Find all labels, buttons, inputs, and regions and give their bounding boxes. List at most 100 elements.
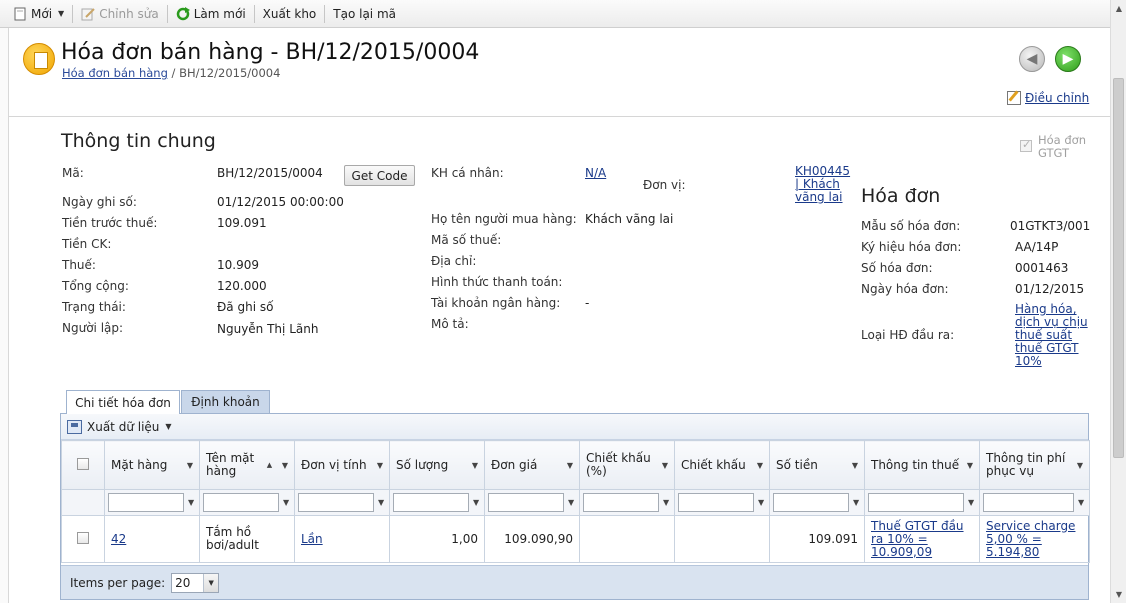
table-header-row: Mặt hàng ▼ Tên mặt hàng ▲ ▼ Đơn vị tính ▼ Số…: [61, 440, 1090, 490]
column-header-label: Mặt hàng: [111, 457, 168, 472]
invoice-number-value: 0001463: [1015, 261, 1069, 275]
next-record-button[interactable]: ▶: [1055, 46, 1081, 72]
arrow-right-icon: ▶: [1062, 51, 1074, 67]
grid-toolbar: Xuất dữ liệu ▼: [61, 414, 1088, 440]
filter-icon[interactable]: ▼: [282, 461, 288, 470]
edit-button-label: Chỉnh sửa: [99, 6, 159, 21]
filter-icon[interactable]: ▼: [473, 498, 479, 507]
cell-quantity: 1,00: [389, 515, 485, 563]
column-header-label: Chiết khấu (%): [586, 451, 651, 478]
column-header-discount[interactable]: Chiết khấu ▼: [674, 440, 770, 490]
items-per-page-label: Items per page:: [70, 575, 166, 590]
filter-input-item[interactable]: [108, 493, 184, 512]
filter-input-discount[interactable]: [678, 493, 754, 512]
filter-input-discount-pct[interactable]: [583, 493, 659, 512]
invoice-date-value: 01/12/2015: [1015, 282, 1085, 296]
refresh-button[interactable]: Làm mới: [171, 3, 251, 25]
column-header-unit[interactable]: Đơn vị tính ▼: [294, 440, 390, 490]
filter-cell-empty: [61, 489, 105, 516]
new-button[interactable]: Mới ▼: [8, 3, 69, 25]
breadcrumb-link-sales-invoice[interactable]: Hóa đơn bán hàng: [62, 66, 168, 80]
items-per-page-select[interactable]: 20 ▼: [171, 572, 220, 593]
chevron-down-icon[interactable]: ▼: [58, 9, 64, 18]
edit-button[interactable]: Chỉnh sửa: [76, 3, 164, 25]
unit-link[interactable]: Lần: [301, 532, 323, 546]
bank-account-label: Tài khoản ngân hàng:: [431, 296, 561, 310]
main-toolbar: Mới ▼ Chỉnh sửa Làm mới Xuất kho Tạo lại…: [0, 0, 1110, 28]
column-header-item-name[interactable]: Tên mặt hàng ▲ ▼: [199, 440, 295, 490]
column-header-discount-pct[interactable]: Chiết khấu (%) ▼: [579, 440, 675, 490]
filter-icon[interactable]: ▼: [662, 461, 668, 470]
cell-service-info: Service charge 5,00 % = 5.194,80: [979, 515, 1090, 563]
filter-input-service-info[interactable]: [983, 493, 1074, 512]
filter-input-amount[interactable]: [773, 493, 849, 512]
gtgt-checkbox[interactable]: [1020, 138, 1032, 152]
column-header-tax-info[interactable]: Thông tin thuế ▼: [864, 440, 980, 490]
filter-icon[interactable]: ▼: [188, 498, 194, 507]
filter-input-unit-price[interactable]: [488, 493, 564, 512]
filter-icon[interactable]: ▼: [758, 498, 764, 507]
tab-accounting-entries[interactable]: Định khoản: [181, 390, 270, 413]
export-data-button[interactable]: Xuất dữ liệu ▼: [67, 419, 172, 434]
unit-link[interactable]: KH00445 | Khách vãng lai: [795, 165, 850, 204]
scrollbar-thumb[interactable]: [1113, 78, 1124, 458]
chevron-down-icon[interactable]: ▼: [165, 422, 171, 431]
filter-icon[interactable]: ▼: [757, 461, 763, 470]
cell-tax-info: Thuế GTGT đầu ra 10% = 10.909,09: [864, 515, 980, 563]
left-splitter[interactable]: [0, 28, 9, 603]
filter-icon[interactable]: ▼: [378, 498, 384, 507]
filter-icon[interactable]: ▼: [1078, 498, 1084, 507]
code-value: BH/12/2015/0004: [217, 166, 323, 180]
table-row[interactable]: 42 Tắm hồ bơi/adult Lần 1,00 109.090,90 …: [61, 515, 1090, 563]
filter-icon[interactable]: ▼: [283, 498, 289, 507]
regenerate-code-button[interactable]: Tạo lại mã: [328, 3, 401, 25]
filter-icon[interactable]: ▼: [567, 461, 573, 470]
refresh-icon: [176, 6, 190, 21]
filter-icon[interactable]: ▼: [187, 461, 193, 470]
scroll-up-icon[interactable]: ▲: [1111, 0, 1126, 17]
chevron-down-icon[interactable]: ▼: [203, 573, 219, 592]
vertical-scrollbar[interactable]: ▲ ▼: [1110, 0, 1126, 603]
filter-icon[interactable]: ▼: [472, 461, 478, 470]
tax-info-link[interactable]: Thuế GTGT đầu ra 10% = 10.909,09: [871, 519, 964, 559]
filter-icon[interactable]: ▼: [1077, 461, 1083, 470]
customer-link[interactable]: N/A: [585, 166, 606, 180]
item-link[interactable]: 42: [111, 532, 126, 546]
scroll-down-icon[interactable]: ▼: [1111, 586, 1126, 603]
get-code-button[interactable]: Get Code: [344, 165, 415, 186]
buyer-label: Họ tên người mua hàng:: [431, 212, 577, 226]
filter-input-tax-info[interactable]: [868, 493, 964, 512]
customer-label: KH cá nhân:: [431, 166, 504, 180]
adjust-link[interactable]: Điều chỉnh: [1007, 91, 1089, 105]
tab-invoice-details[interactable]: Chi tiết hóa đơn: [66, 390, 180, 414]
filter-input-item-name[interactable]: [203, 493, 279, 512]
filter-icon[interactable]: ▼: [568, 498, 574, 507]
column-header-quantity[interactable]: Số lượng ▼: [389, 440, 485, 490]
creator-label: Người lập:: [62, 321, 124, 335]
filter-icon[interactable]: ▼: [967, 461, 973, 470]
filter-icon[interactable]: ▼: [968, 498, 974, 507]
select-all-checkbox[interactable]: [77, 457, 89, 470]
filter-input-unit[interactable]: [298, 493, 374, 512]
filter-icon[interactable]: ▼: [663, 498, 669, 507]
filter-icon[interactable]: ▼: [852, 461, 858, 470]
service-info-link[interactable]: Service charge 5,00 % = 5.194,80: [986, 519, 1075, 559]
export-data-label: Xuất dữ liệu: [87, 419, 160, 434]
taxcode-label: Mã số thuế:: [431, 233, 502, 247]
general-info-title: Thông tin chung: [61, 130, 216, 152]
output-invoice-type-line: 10%: [1015, 354, 1042, 368]
toolbar-divider: [324, 4, 326, 23]
column-header-label: Thông tin phí phục vụ: [986, 451, 1066, 478]
column-header-service-info[interactable]: Thông tin phí phục vụ ▼: [979, 440, 1090, 490]
column-header-amount[interactable]: Số tiền ▼: [769, 440, 865, 490]
output-invoice-type-link[interactable]: Hàng hóa, dịch vụ chịu thuế suất thuế GT…: [1015, 303, 1088, 368]
column-header-item[interactable]: Mặt hàng ▼: [104, 440, 200, 490]
column-header-unit-price[interactable]: Đơn giá ▼: [484, 440, 580, 490]
export-stock-button[interactable]: Xuất kho: [258, 3, 322, 25]
filter-input-quantity[interactable]: [393, 493, 469, 512]
previous-record-button[interactable]: ◀: [1019, 46, 1045, 72]
filter-icon[interactable]: ▼: [853, 498, 859, 507]
row-checkbox[interactable]: [77, 531, 89, 544]
filter-icon[interactable]: ▼: [377, 461, 383, 470]
column-header-label: Số tiền: [776, 457, 818, 472]
